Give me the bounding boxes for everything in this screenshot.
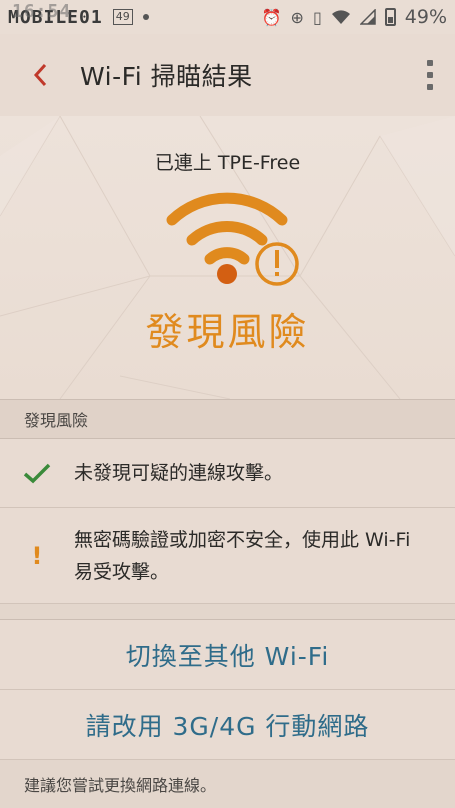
alarm-icon: ⏰ (261, 7, 282, 27)
status-right: ⏰ ⊕ ▯ 49% (262, 6, 447, 28)
switch-wifi-button[interactable]: 切換至其他 Wi-Fi (0, 620, 455, 690)
divider-band (0, 604, 455, 620)
notification-dot-icon (142, 14, 149, 20)
menu-dot-icon (427, 72, 433, 78)
watermark-logo: 16:54 MOBILE01 (8, 1, 103, 28)
result-item-insecure-encryption: ! 無密碼驗證或加密不安全，使用此 Wi-Fi 易受攻擊。 (0, 508, 455, 604)
page-title: Wi-Fi 掃瞄結果 (80, 62, 253, 91)
wifi-icon (331, 10, 350, 24)
back-button[interactable] (0, 34, 80, 116)
risk-status-title: 發現風險 (145, 310, 310, 354)
notification-badge: 49 (112, 9, 133, 25)
signal-icon (359, 9, 376, 25)
menu-dot-icon (427, 84, 433, 90)
wifi-warning-icon (166, 192, 299, 286)
data-saver-icon: ⊕ (290, 7, 304, 27)
warning-icon: ! (31, 541, 43, 570)
overflow-menu-button[interactable] (405, 34, 455, 116)
vibrate-icon: ▯ (312, 7, 322, 27)
status-time: 16:54 (12, 0, 72, 22)
app-bar: Wi-Fi 掃瞄結果 (0, 34, 455, 116)
result-text: 無密碼驗證或加密不安全，使用此 Wi-Fi 易受攻擊。 (74, 528, 411, 583)
check-icon (0, 462, 74, 484)
status-left: 16:54 MOBILE01 49 (8, 1, 149, 28)
risk-hero: 已連上 TPE-Free 發現風險 (0, 116, 455, 399)
battery-icon (384, 8, 396, 26)
menu-dot-icon (427, 60, 433, 66)
result-text: 未發現可疑的連線攻擊。 (74, 462, 284, 484)
chevron-left-icon (33, 63, 47, 87)
use-mobile-network-button[interactable]: 請改用 3G/4G 行動網路 (0, 690, 455, 760)
status-bar: 16:54 MOBILE01 49 ⏰ ⊕ ▯ 49% (0, 0, 455, 34)
battery-percent: 49% (404, 6, 447, 28)
connected-network-text: 已連上 TPE-Free (154, 152, 301, 174)
result-item-no-attack: 未發現可疑的連線攻擊。 (0, 439, 455, 508)
section-header: 發現風險 (0, 399, 455, 439)
footer-note: 建議您嘗試更換網路連線。 (0, 760, 455, 808)
